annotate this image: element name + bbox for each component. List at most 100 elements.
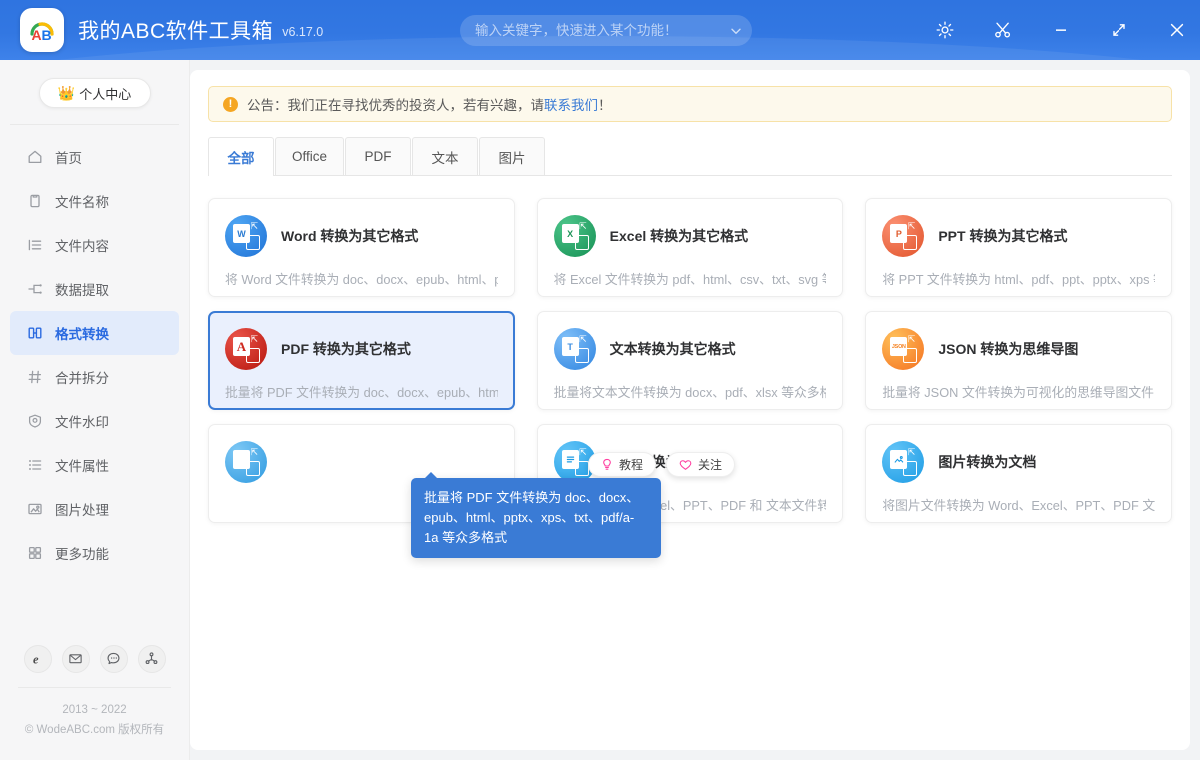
card-title: Word 转换为其它格式 (281, 228, 419, 244)
svg-text:B: B (42, 27, 52, 43)
tab-office[interactable]: Office (275, 137, 345, 175)
sidebar: 👑 个人中心 首页 文件名称 文件内容 数据提取 格式转换 合并拆分 文件水印 … (0, 60, 190, 760)
card-description: 批量将 JSON 文件转换为可视化的思维导图文件，若 (882, 385, 1155, 400)
app-version: v6.17.0 (282, 25, 324, 39)
content-scrollbar[interactable] (1183, 78, 1188, 742)
card-hover-actions: 教程 关注 (588, 452, 736, 477)
sidebar-item-label: 合并拆分 (55, 371, 109, 386)
card-title: PPT 转换为其它格式 (938, 228, 1068, 244)
sidebar-divider (10, 124, 179, 125)
svg-text:e: e (33, 652, 39, 666)
scissors-icon[interactable] (980, 0, 1026, 60)
mail-icon[interactable] (61, 644, 90, 673)
gear-icon[interactable] (922, 0, 968, 60)
card-header: X ⇱ Excel 转换为其它格式 (553, 215, 827, 257)
search-box[interactable] (460, 15, 752, 46)
card-pdf-convert[interactable]: A ⇱ PDF 转换为其它格式 批量将 PDF 文件转换为 doc、docx、e… (208, 311, 515, 410)
chevron-down-icon[interactable] (720, 15, 752, 46)
card-ppt-convert[interactable]: P ⇱ PPT 转换为其它格式 将 PPT 文件转换为 html、pdf、ppt… (865, 198, 1172, 297)
card-header: A ⇱ PDF 转换为其它格式 (225, 328, 498, 370)
copyright-text: © WodeABC.com 版权所有 (24, 723, 165, 736)
tab-pdf[interactable]: PDF (345, 137, 412, 175)
more-features-icon (26, 545, 43, 562)
sidebar-item-more-features[interactable]: 更多功能 (10, 531, 179, 575)
sidebar-item-properties[interactable]: 文件属性 (10, 443, 179, 487)
text-convert-icon: T ⇱ (553, 328, 596, 370)
main-area: ! 公告：我们正在寻找优秀的投资人，若有兴趣，请 联系我们！ 全部 Office … (190, 60, 1200, 760)
card-header: P ⇱ PPT 转换为其它格式 (882, 215, 1155, 257)
contact-us-link[interactable]: 联系我们 (544, 94, 598, 114)
sidebar-item-watermark[interactable]: 文件水印 (10, 399, 179, 443)
card-header: ⇱ (225, 441, 498, 483)
share-icon[interactable] (137, 644, 166, 673)
body: 👑 个人中心 首页 文件名称 文件内容 数据提取 格式转换 合并拆分 文件水印 … (0, 60, 1200, 760)
card-word-convert[interactable]: W ⇱ Word 转换为其它格式 将 Word 文件转换为 doc、docx、e… (208, 198, 515, 297)
image-to-doc-icon: ⇱ (882, 441, 925, 483)
announcement-banner: ! 公告：我们正在寻找优秀的投资人，若有兴趣，请 联系我们！ (208, 86, 1172, 122)
file-content-icon (26, 237, 43, 254)
sidebar-item-label: 首页 (55, 151, 82, 166)
follow-label: 关注 (698, 458, 723, 472)
announcement-text: 公告：我们正在寻找优秀的投资人，若有兴趣，请 (247, 98, 544, 113)
sidebar-item-label: 文件水印 (55, 415, 109, 430)
sidebar-item-image-process[interactable]: 图片处理 (10, 487, 179, 531)
home-icon (26, 149, 43, 166)
excel-convert-icon: X ⇱ (553, 215, 596, 257)
card-title: 图片转换为文档 (938, 454, 1037, 470)
watermark-icon (26, 413, 43, 430)
card-tooltip: 批量将 PDF 文件转换为 doc、docx、epub、html、pptx、xp… (411, 471, 661, 559)
card-title: JSON 转换为思维导图 (938, 341, 1079, 357)
hidden-card-icon: ⇱ (225, 441, 267, 483)
personal-center-button[interactable]: 👑 个人中心 (38, 78, 151, 108)
pdf-convert-icon: A ⇱ (225, 328, 267, 370)
sidebar-item-label: 文件内容 (55, 239, 109, 254)
card-description: 将图片文件转换为 Word、Excel、PPT、PDF 文档格 (882, 498, 1155, 513)
sidebar-item-label: 更多功能 (55, 547, 109, 562)
sidebar-item-file-name[interactable]: 文件名称 (10, 179, 179, 223)
card-header: ⇱ 图片转换为文档 (882, 441, 1155, 483)
card-header: W ⇱ Word 转换为其它格式 (225, 215, 498, 257)
card-json-mindmap[interactable]: JSON ⇱ JSON 转换为思维导图 批量将 JSON 文件转换为可视化的思维… (865, 311, 1172, 410)
heart-icon (679, 459, 692, 471)
crown-icon: 👑 (57, 85, 76, 101)
announcement-text-after: ！ (598, 98, 612, 113)
tutorial-label: 教程 (619, 458, 644, 472)
card-excel-convert[interactable]: X ⇱ Excel 转换为其它格式 将 Excel 文件转换为 pdf、html… (536, 198, 844, 297)
chat-icon[interactable] (99, 644, 128, 673)
lightbulb-icon (601, 458, 613, 471)
image-process-icon (26, 501, 43, 518)
ppt-convert-icon: P ⇱ (882, 215, 925, 257)
maximize-button[interactable] (1096, 0, 1142, 60)
card-description: 批量将 PDF 文件转换为 doc、docx、epub、html、 (225, 385, 498, 400)
tab-text[interactable]: 文本 (412, 137, 479, 175)
card-title: PDF 转换为其它格式 (281, 341, 411, 357)
sidebar-item-home[interactable]: 首页 (10, 135, 179, 179)
search-input[interactable] (460, 23, 720, 38)
sidebar-item-label: 文件名称 (55, 195, 109, 210)
sidebar-item-format-convert[interactable]: 格式转换 (10, 311, 179, 355)
sidebar-item-label: 数据提取 (55, 283, 109, 298)
svg-text:A: A (32, 27, 42, 43)
browser-icon[interactable]: e (23, 644, 52, 673)
follow-button[interactable]: 关注 (666, 452, 736, 477)
card-text-convert[interactable]: T ⇱ 文本转换为其它格式 批量将文本文件转换为 docx、pdf、xlsx 等… (536, 311, 844, 410)
card-image-to-doc[interactable]: ⇱ 图片转换为文档 将图片文件转换为 Word、Excel、PPT、PDF 文档… (865, 424, 1172, 523)
tab-image[interactable]: 图片 (479, 137, 546, 175)
card-description: 将 PPT 文件转换为 html、pdf、ppt、pptx、xps 等众 (882, 272, 1155, 287)
merge-split-icon (26, 369, 43, 386)
close-button[interactable] (1154, 0, 1200, 60)
minimize-button[interactable] (1038, 0, 1084, 60)
sidebar-item-label: 文件属性 (55, 459, 109, 474)
sidebar-item-merge-split[interactable]: 合并拆分 (10, 355, 179, 399)
copyright-years: 2013 ~ 2022 (62, 703, 127, 716)
sidebar-item-data-extract[interactable]: 数据提取 (10, 267, 179, 311)
data-extract-icon (26, 281, 43, 298)
sidebar-item-label: 格式转换 (55, 327, 109, 342)
tab-all[interactable]: 全部 (208, 137, 274, 176)
card-description: 批量将文本文件转换为 docx、pdf、xlsx 等众多格式 (553, 385, 827, 400)
card-title: Excel 转换为其它格式 (609, 228, 749, 244)
sidebar-item-file-content[interactable]: 文件内容 (10, 223, 179, 267)
tutorial-button[interactable]: 教程 (588, 452, 657, 477)
file-name-icon (26, 193, 43, 210)
